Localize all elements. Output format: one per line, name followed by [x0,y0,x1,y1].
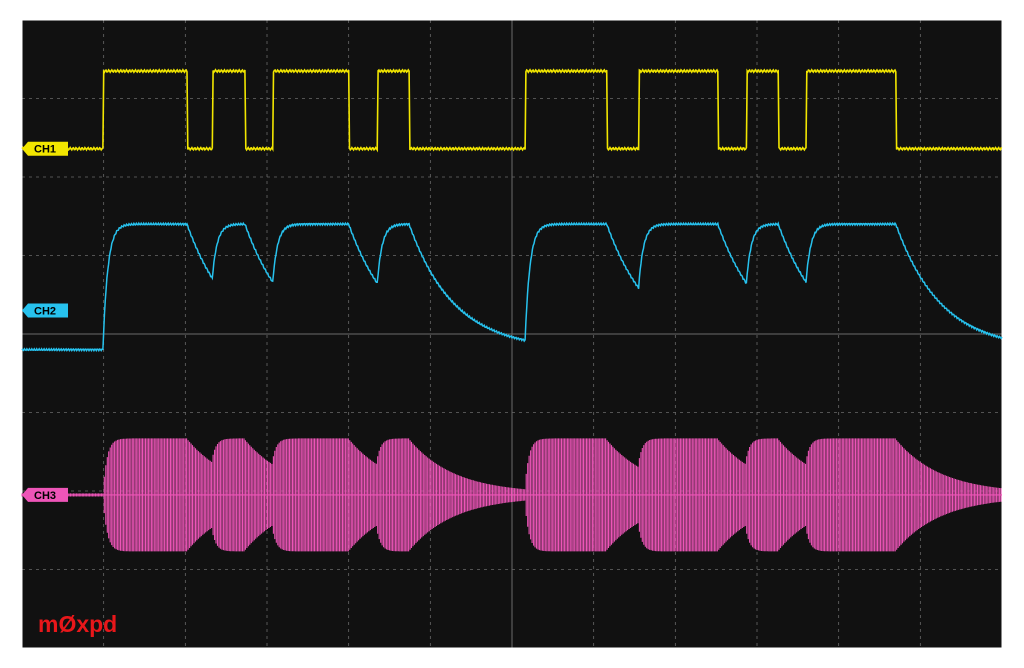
channel-marker-label: CH2 [34,305,56,317]
channel-marker-label: CH3 [34,490,56,502]
oscilloscope-display: CH1 CH2 CH3 mØxpd [21,19,1003,649]
channel-marker-ch1: CH1 [22,141,68,156]
channel-marker-label: CH1 [34,144,56,156]
channel-marker-ch3: CH3 [22,487,68,502]
watermark-text: mØxpd [38,611,117,637]
channel-marker-ch2: CH2 [22,303,68,318]
